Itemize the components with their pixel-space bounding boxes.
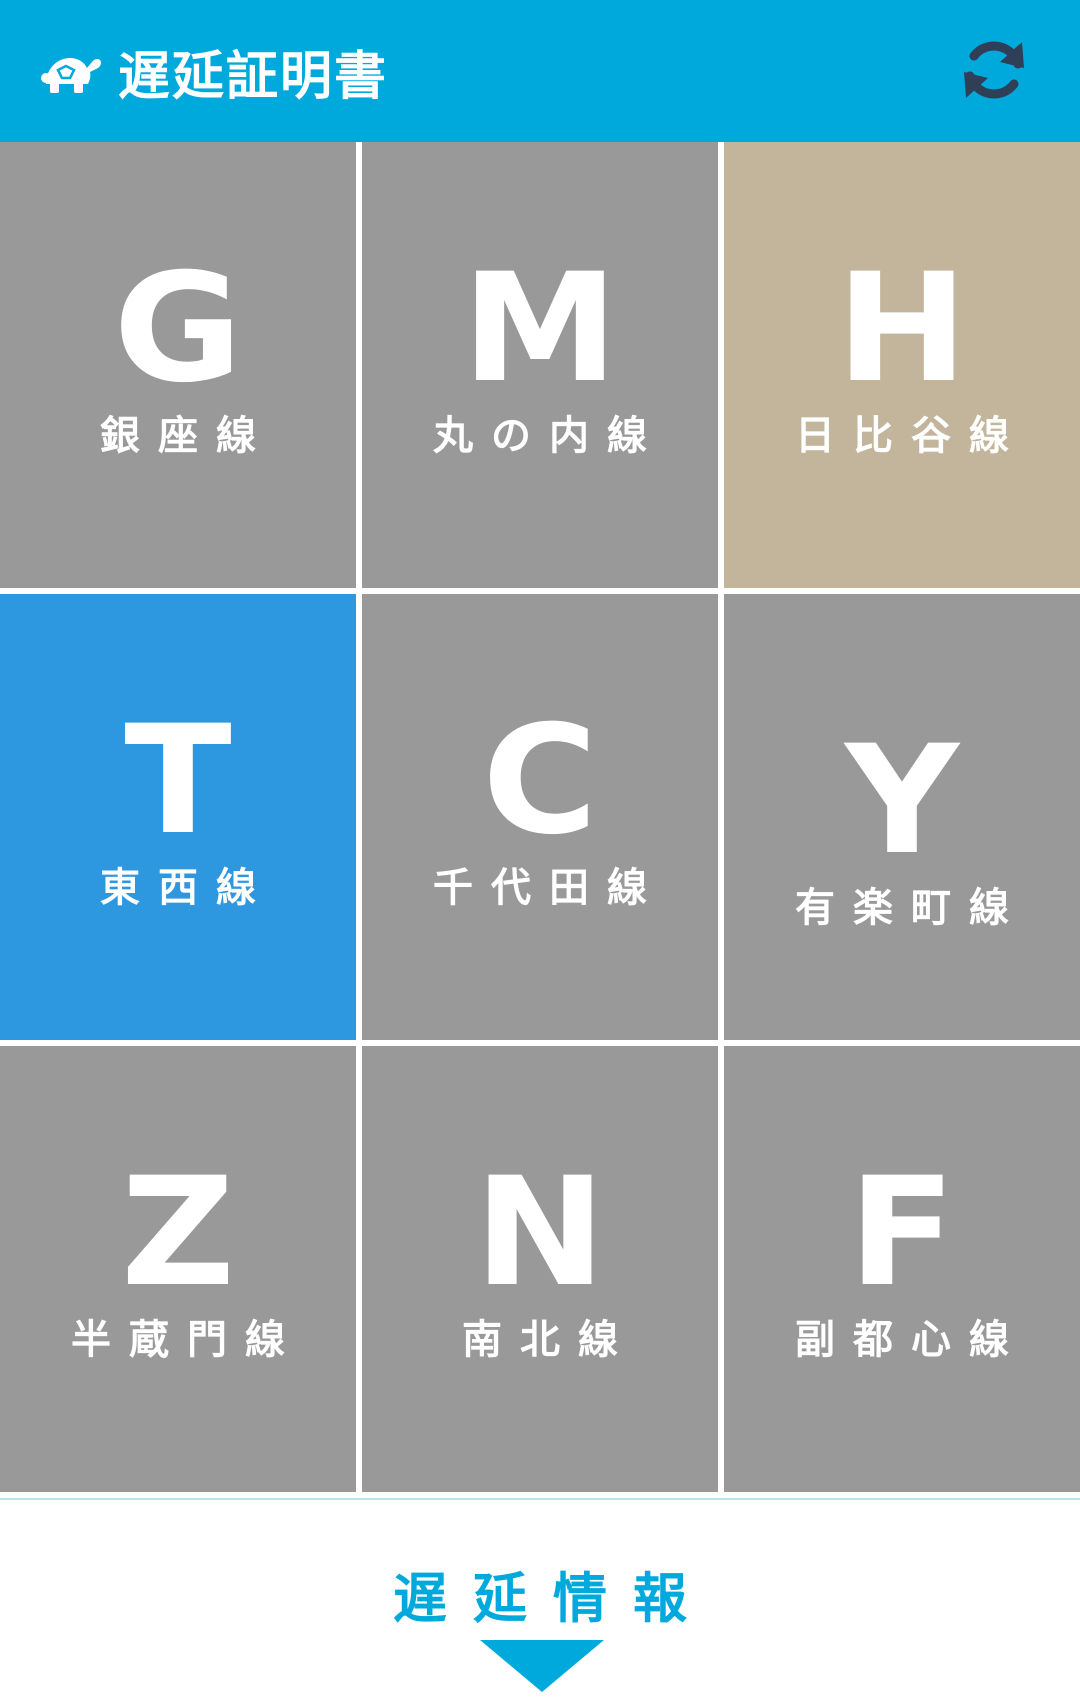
- page-title: 遅延証明書: [118, 46, 389, 107]
- down-triangle-icon: [480, 1640, 604, 1692]
- line-name: 副都心線: [795, 1317, 1027, 1363]
- app-header: 遅延証明書: [0, 0, 1080, 142]
- line-tile-marunouchi[interactable]: M 丸の内線: [362, 142, 718, 588]
- line-name: 千代田線: [433, 865, 665, 911]
- line-name: 東西線: [100, 865, 274, 911]
- refresh-icon: [964, 41, 1024, 99]
- line-tile-hanzomon[interactable]: Z 半蔵門線: [0, 1046, 356, 1492]
- line-letter: M: [461, 242, 619, 416]
- line-name: 丸の内線: [433, 413, 665, 459]
- line-letter: T: [124, 694, 232, 868]
- line-tile-tozai[interactable]: T 東西線: [0, 594, 356, 1040]
- line-tile-fukutoshin[interactable]: F 副都心線: [724, 1046, 1080, 1492]
- line-letter: Y: [844, 714, 960, 888]
- line-letter: H: [836, 242, 968, 416]
- line-name: 有楽町線: [795, 885, 1027, 931]
- line-name: 南北線: [462, 1317, 636, 1363]
- line-tile-yurakucho[interactable]: Y 有楽町線: [724, 594, 1080, 1040]
- line-letter: F: [848, 1146, 956, 1320]
- turtle-logo-icon: [40, 43, 104, 99]
- line-letter: C: [482, 694, 598, 868]
- line-tile-hibiya[interactable]: H 日比谷線: [724, 142, 1080, 588]
- line-tile-chiyoda[interactable]: C 千代田線: [362, 594, 718, 1040]
- app-root: 遅延証明書 G 銀座線 M 丸の内線 H 日比谷線 T 東西線 C 千代田線 Y…: [0, 0, 1080, 1700]
- line-name: 銀座線: [100, 413, 274, 459]
- line-grid: G 銀座線 M 丸の内線 H 日比谷線 T 東西線 C 千代田線 Y 有楽町線 …: [0, 142, 1080, 1498]
- delay-info-button[interactable]: 遅延情報: [0, 1498, 1080, 1700]
- delay-info-label: 遅延情報: [393, 1567, 713, 1630]
- refresh-button[interactable]: [952, 28, 1036, 112]
- line-name: 日比谷線: [795, 413, 1027, 459]
- line-letter: G: [113, 242, 243, 416]
- line-tile-ginza[interactable]: G 銀座線: [0, 142, 356, 588]
- line-tile-namboku[interactable]: N 南北線: [362, 1046, 718, 1492]
- line-letter: N: [474, 1146, 606, 1320]
- line-letter: Z: [120, 1146, 236, 1320]
- line-name: 半蔵門線: [71, 1317, 303, 1363]
